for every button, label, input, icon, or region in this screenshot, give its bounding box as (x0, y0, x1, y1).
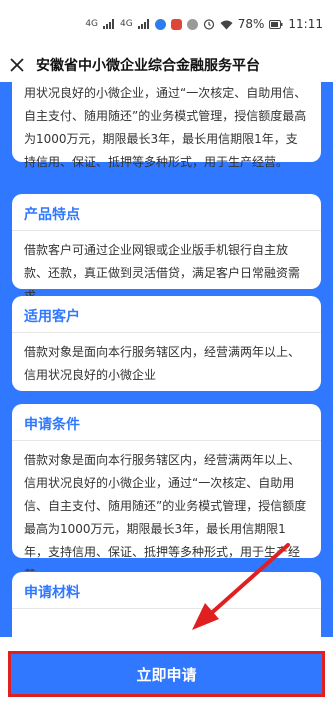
content-area[interactable]: 用状况良好的小微企业，通过“一次核定、自助用信、自主支付、随用随还”的业务模式管… (0, 82, 333, 637)
card-conditions: 申请条件 借款对象是面向本行服务辖区内，经营满两年以上、信用状况良好的小微企业，… (12, 404, 321, 582)
card-conditions-title: 申请条件 (24, 417, 80, 433)
app-header: 安徽省中小微企业综合金融服务平台 (0, 48, 333, 82)
divider (12, 230, 321, 231)
card-description-text: 用状况良好的小微企业，通过“一次核定、自助用信、自主支付、随用随还”的业务模式管… (24, 86, 307, 169)
signal-2-label: 4G (120, 19, 133, 29)
card-features: 产品特点 借款客户可通过企业网银或企业版手机银行自主放款、还款，真正做到灵活借贷… (12, 194, 321, 303)
bottom-action-bar: 立即申请 (0, 637, 333, 703)
divider (12, 440, 321, 441)
card-description-partial: 用状况良好的小微企业，通过“一次核定、自助用信、自主支付、随用随还”的业务模式管… (12, 82, 321, 169)
divider (12, 608, 321, 609)
app-notification-icon-3 (186, 18, 198, 30)
card-features-title: 产品特点 (24, 207, 80, 223)
card-conditions-text: 借款对象是面向本行服务辖区内，经营满两年以上、信用状况良好的小微企业，通过“一次… (24, 453, 307, 582)
clock: 11:11 (288, 17, 323, 31)
app-notification-icon (154, 18, 166, 30)
card-customers: 适用客户 借款对象是面向本行服务辖区内，经营满两年以上、信用状况良好的小微企业 (12, 296, 321, 391)
signal-icon-2 (137, 19, 149, 29)
status-bar: 4G 4G 78% 11:11 (0, 0, 333, 48)
wifi-icon (220, 20, 233, 29)
card-materials-title: 申请材料 (24, 585, 80, 601)
page-title: 安徽省中小微企业综合金融服务平台 (36, 58, 260, 74)
card-customers-title: 适用客户 (24, 309, 80, 325)
signal-icon (103, 19, 115, 29)
apply-now-button[interactable]: 立即申请 (8, 651, 325, 697)
close-icon (10, 58, 24, 72)
close-button[interactable] (6, 54, 28, 76)
card-materials[interactable]: 申请材料 (12, 572, 321, 637)
battery-level: 78% (237, 17, 265, 31)
card-customers-text: 借款对象是面向本行服务辖区内，经营满两年以上、信用状况良好的小微企业 (24, 345, 301, 382)
battery-icon (269, 19, 283, 29)
alarm-icon (203, 19, 214, 30)
divider (12, 332, 321, 333)
app-notification-icon-2 (170, 18, 182, 30)
signal-1-label: 4G (85, 19, 99, 29)
status-icons: 4G 4G 78% 11:11 (85, 17, 323, 31)
